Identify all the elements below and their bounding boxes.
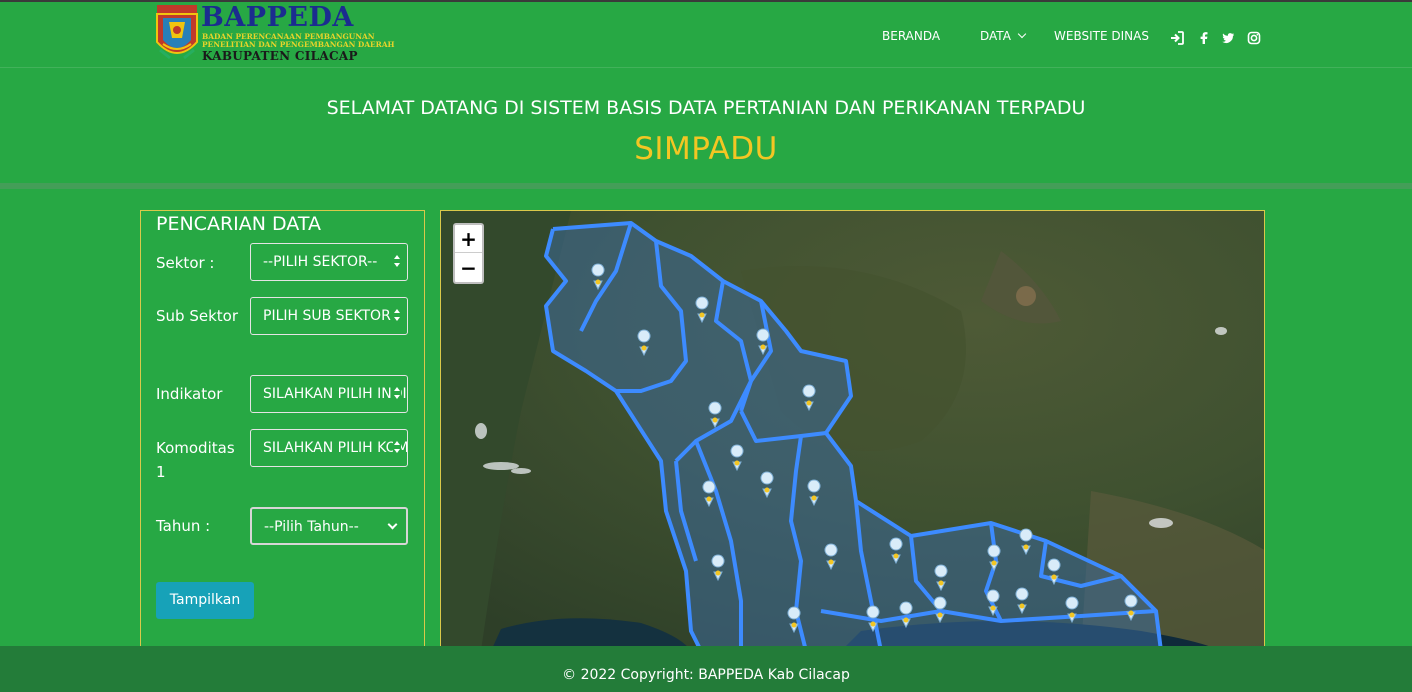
year-select-value: --Pilih Tahun-- [264,519,359,535]
nav-agency-site-link[interactable]: WEBSITE DINAS [1054,29,1149,43]
copyright-text: © 2022 Copyright: BAPPEDA Kab Cilacap [562,667,850,683]
brand-logo[interactable]: BAPPEDA BADAN PERENCANAAN PEMBANGUNAN PE… [154,2,395,66]
search-panel-title: PENCARIAN DATA [156,213,321,235]
divider [0,183,1412,189]
zoom-out-button[interactable]: − [455,254,482,282]
show-button[interactable]: Tampilkan [156,582,254,619]
sector-label: Sektor : [156,254,215,272]
navbar: BAPPEDA BADAN PERENCANAAN PEMBANGUNAN PE… [0,2,1412,68]
brand-subtitle-line2: PENELITIAN DAN PENGEMBANGAN DAERAH [202,40,395,49]
sector-select[interactable]: --PILIH SEKTOR-- [250,243,408,281]
app-name: SIMPADU [634,131,778,167]
satellite-map [441,211,1264,649]
commodity-select[interactable]: SILAHKAN PILIH KOMODITAS [250,429,408,467]
subsector-select[interactable]: PILIH SUB SEKTOR [250,297,408,335]
brand-region: KABUPATEN CILACAP [202,49,358,63]
indicator-select[interactable]: SILAHKAN PILIH INDIKATOR [250,375,408,413]
twitter-icon[interactable] [1221,31,1235,45]
nav-home-link[interactable]: BERANDA [882,29,940,43]
year-select[interactable]: --Pilih Tahun-- [250,507,408,545]
indicator-label: Indikator [156,385,223,403]
select-arrows-icon [393,255,401,269]
brand-title: BAPPEDA [201,2,354,33]
year-label: Tahun : [156,517,211,535]
chevron-down-icon [387,519,398,530]
search-panel: PENCARIAN DATA Sektor : --PILIH SEKTOR--… [140,210,425,650]
cilacap-emblem-icon [156,5,198,60]
select-arrows-icon [393,441,401,455]
subsector-label: Sub Sektor [156,307,238,325]
login-icon[interactable] [1170,31,1184,45]
footer: © 2022 Copyright: BAPPEDA Kab Cilacap [0,646,1412,692]
subsector-select-value: PILIH SUB SEKTOR [263,308,391,324]
select-arrows-icon [393,387,401,401]
instagram-icon[interactable] [1247,31,1261,45]
nav-data-dropdown[interactable]: DATA [980,29,1027,43]
commodity-label: Komoditas 1 [156,439,235,481]
commodity-select-value: SILAHKAN PILIH KOMODITAS [263,440,407,456]
zoom-control: + − [453,223,484,284]
indicator-select-value: SILAHKAN PILIH INDIKATOR [263,386,407,402]
chevron-down-icon [1017,29,1027,39]
nav-data-label: DATA [980,29,1011,43]
select-arrows-icon [393,309,401,323]
map-view[interactable]: + − [440,210,1265,650]
zoom-in-button[interactable]: + [455,225,482,253]
facebook-icon[interactable] [1197,31,1211,45]
sector-select-value: --PILIH SEKTOR-- [263,254,378,270]
welcome-heading: SELAMAT DATANG DI SISTEM BASIS DATA PERT… [326,97,1086,119]
